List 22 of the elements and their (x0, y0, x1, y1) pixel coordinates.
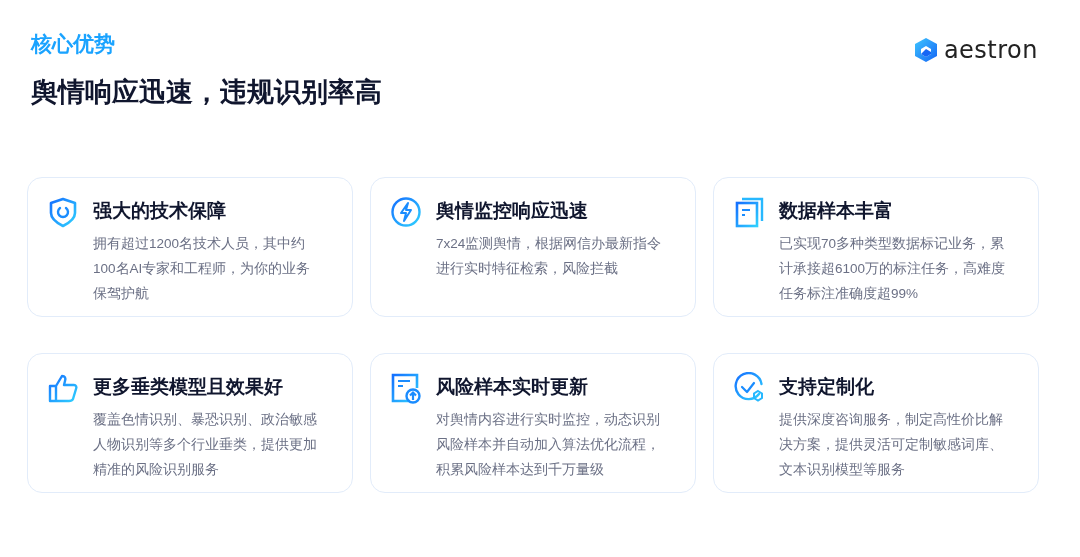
card-description: 拥有超过1200名技术人员，其中约100名AI专家和工程师，为你的业务保驾护航 (93, 235, 312, 303)
card-description: 已实现70多种类型数据标记业务，累计承接超6100万的标注任务，高难度任务标注准确度超99% (779, 235, 1007, 303)
card-title: 数据样本丰富 (779, 199, 894, 223)
card-title: 风险样本实时更新 (436, 375, 589, 399)
card-title: 更多垂类模型且效果好 (93, 375, 284, 399)
card-description: 7x24监测舆情，根据网信办最新指令进行实时特征检索，风险拦截 (436, 235, 663, 278)
card-description: 覆盖色情识别、暴恐识别、政治敏感人物识别等多个行业垂类，提供更加精准的风险识别服务 (93, 411, 318, 479)
card-title: 强大的技术保障 (93, 199, 227, 223)
logo-text: aestron (943, 36, 1038, 64)
thumbs-up-icon (47, 372, 79, 404)
card-description: 提供深度咨询服务，制定高性价比解决方案，提供灵活可定制敏感词库、文本识别模型等服务 (779, 411, 1004, 479)
shield-icon (47, 196, 79, 228)
lightning-icon (390, 196, 422, 228)
page-title: 舆情响应迅速，违规识别率高 (31, 75, 382, 109)
card-title: 支持定制化 (779, 375, 875, 399)
card-description: 对舆情内容进行实时监控，动态识别风险样本并自动加入算法优化流程，积累风险样本达到千万量级 (436, 411, 661, 479)
card-title: 舆情监控响应迅速 (436, 199, 589, 223)
section-label: 核心优势 (31, 31, 116, 58)
logo-icon (913, 37, 938, 63)
check-badge-icon (733, 372, 765, 404)
document-icon (733, 196, 765, 228)
document-upload-icon (390, 372, 422, 404)
